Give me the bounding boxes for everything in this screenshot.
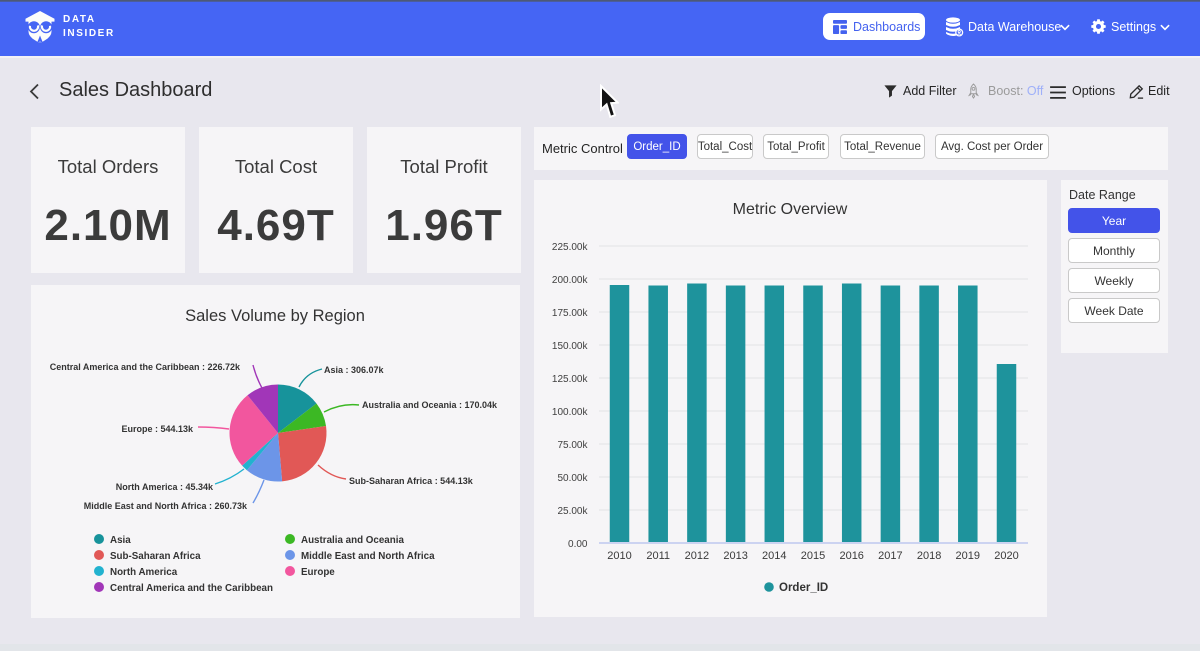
svg-text:100.00k: 100.00k	[552, 407, 589, 418]
svg-text:Middle East and North Africa :: Middle East and North Africa : 260.73k	[84, 501, 248, 511]
svg-text:2017: 2017	[878, 550, 902, 562]
svg-text:50.00k: 50.00k	[557, 473, 588, 484]
svg-text:Central America and the Caribb: Central America and the Caribbean : 226.…	[50, 362, 241, 372]
svg-text:Central America and the Caribb: Central America and the Caribbean	[110, 583, 273, 594]
svg-text:North America : 45.34k: North America : 45.34k	[116, 482, 214, 492]
svg-text:2019: 2019	[956, 550, 980, 562]
svg-text:2011: 2011	[646, 550, 670, 562]
svg-text:75.00k: 75.00k	[557, 440, 588, 451]
svg-text:Australia and Oceania: Australia and Oceania	[301, 535, 404, 546]
svg-text:2012: 2012	[685, 550, 709, 562]
svg-text:North America: North America	[110, 567, 178, 578]
svg-text:Sub-Saharan Africa: Sub-Saharan Africa	[110, 551, 201, 562]
svg-text:0.00: 0.00	[568, 539, 588, 550]
svg-text:Asia : 306.07k: Asia : 306.07k	[324, 365, 385, 375]
svg-text:Sales Volume by Region: Sales Volume by Region	[185, 307, 365, 325]
svg-text:Sub-Saharan Africa : 544.13k: Sub-Saharan Africa : 544.13k	[349, 476, 474, 486]
svg-text:2014: 2014	[762, 550, 786, 562]
svg-text:Middle East and North Africa: Middle East and North Africa	[301, 551, 435, 562]
svg-text:Europe: Europe	[301, 567, 335, 578]
svg-text:Europe : 544.13k: Europe : 544.13k	[121, 424, 194, 434]
svg-text:150.00k: 150.00k	[552, 341, 589, 352]
svg-text:2010: 2010	[607, 550, 631, 562]
svg-text:2013: 2013	[723, 550, 747, 562]
svg-text:175.00k: 175.00k	[552, 308, 589, 319]
svg-text:Australia and Oceania : 170.04: Australia and Oceania : 170.04k	[362, 400, 498, 410]
svg-text:Asia: Asia	[110, 535, 131, 546]
svg-text:2015: 2015	[801, 550, 825, 562]
svg-text:Metric Overview: Metric Overview	[733, 201, 848, 218]
svg-text:2018: 2018	[917, 550, 941, 562]
svg-text:2020: 2020	[994, 550, 1018, 562]
svg-text:Order_ID: Order_ID	[779, 582, 828, 594]
svg-text:2016: 2016	[839, 550, 863, 562]
svg-text:125.00k: 125.00k	[552, 374, 589, 385]
svg-text:200.00k: 200.00k	[552, 275, 589, 286]
svg-text:225.00k: 225.00k	[552, 242, 589, 253]
svg-text:25.00k: 25.00k	[557, 506, 588, 517]
